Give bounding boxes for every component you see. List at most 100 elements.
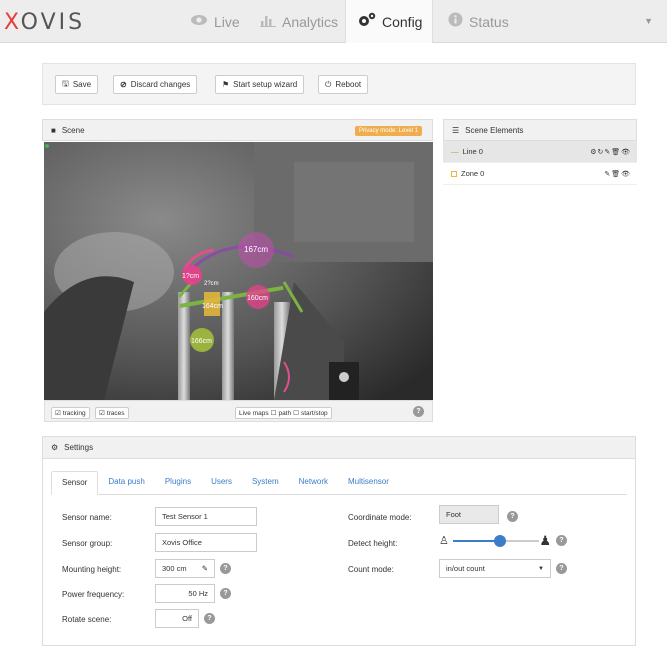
- startstop-label: start/stop: [300, 409, 328, 417]
- count-mode-value: in/out count: [446, 564, 485, 573]
- scene-panel: ■ Scene Privacy mode: Level 1: [42, 119, 433, 141]
- mounting-height-input[interactable]: 300 cm ✎: [155, 559, 215, 578]
- person-large-icon: ♟: [539, 533, 551, 548]
- nav-tab-live-label: Live: [214, 13, 240, 30]
- path-label: path: [278, 409, 292, 417]
- discard-button-label: Discard changes: [130, 80, 191, 89]
- nav-tab-config[interactable]: Config: [345, 0, 433, 43]
- line-icon: —: [451, 147, 459, 156]
- action-toolbar: 🖫 Save ⊘ Discard changes ⚑ Start setup w…: [42, 63, 636, 105]
- sensor-name-input[interactable]: Test Sensor 1: [155, 507, 257, 526]
- count-mode-label: Count mode:: [348, 565, 394, 574]
- tab-system[interactable]: System: [242, 471, 289, 494]
- scene-element-line-0[interactable]: — Line 0 ⚙↻✎🗑👁: [443, 141, 637, 163]
- reboot-button-label: Reboot: [335, 80, 362, 89]
- tab-users[interactable]: Users: [201, 471, 242, 494]
- checkbox-checked-icon: ☑: [55, 410, 61, 417]
- overlay-label-160: 160cm: [247, 295, 268, 302]
- zone-0-tools-icons[interactable]: ✎🗑👁: [604, 170, 631, 178]
- mounting-height-label: Mounting height:: [62, 565, 122, 574]
- tab-multisensor[interactable]: Multisensor: [338, 471, 399, 494]
- bar-chart-icon: [260, 13, 276, 31]
- settings-header: ⚙ Settings: [43, 437, 635, 459]
- element-name: Line 0: [462, 147, 483, 156]
- traces-checkbox[interactable]: ☑ traces: [95, 407, 129, 419]
- traces-label: traces: [106, 409, 125, 417]
- power-frequency-value: 50 Hz: [188, 589, 208, 598]
- live-maps-label: Live maps: [239, 409, 269, 417]
- tab-network[interactable]: Network: [289, 471, 338, 494]
- nav-tab-live[interactable]: Live: [178, 0, 252, 43]
- slider-handle[interactable]: [494, 535, 507, 547]
- settings-title: Settings: [64, 443, 94, 452]
- line-0-tools-icons[interactable]: ⚙↻✎🗑👁: [590, 148, 631, 156]
- zone-icon: [451, 170, 457, 177]
- overlay-label-167: 167cm: [244, 245, 268, 254]
- settings-tabs: Sensor Data push Plugins Users System Ne…: [51, 471, 627, 495]
- chevron-down-icon: ▼: [538, 565, 544, 572]
- scene-camera-view[interactable]: 167cm 1?cm 160cm 164cm 166cm 2?cm: [44, 142, 433, 400]
- sensor-group-label: Sensor group:: [62, 539, 113, 548]
- sensor-name-label: Sensor name:: [62, 513, 112, 522]
- scene-header: ■ Scene Privacy mode: Level 1: [42, 119, 433, 141]
- scene-element-zone-0[interactable]: Zone 0 ✎🗑👁: [443, 163, 637, 185]
- tab-sensor[interactable]: Sensor: [51, 471, 99, 495]
- scene-title: Scene: [61, 125, 85, 135]
- privacy-badge: Privacy mode: Level 1: [354, 126, 422, 136]
- tracking-label: tracking: [62, 409, 86, 417]
- discard-changes-button[interactable]: ⊘ Discard changes: [113, 75, 198, 94]
- live-maps-group: Live maps ☐ path ☐ start/stop: [235, 407, 332, 419]
- camera-icon: ■: [51, 125, 56, 135]
- coordinate-mode-value: Foot: [446, 510, 462, 519]
- scene-elements-header: ☰ Scene Elements: [443, 119, 637, 141]
- checkbox-checked-icon: ☑: [99, 410, 105, 417]
- count-mode-help-icon[interactable]: ?: [556, 563, 567, 574]
- coordinate-mode-toggle[interactable]: Foot: [439, 505, 499, 524]
- save-button[interactable]: 🖫 Save: [55, 75, 99, 94]
- gears-icon: [358, 12, 376, 32]
- info-icon: [448, 12, 463, 31]
- sensor-group-input[interactable]: Xovis Office: [155, 533, 257, 552]
- power-frequency-toggle[interactable]: 50 Hz: [155, 584, 215, 603]
- tab-plugins[interactable]: Plugins: [155, 471, 201, 494]
- startstop-checkbox[interactable]: ☐: [293, 409, 299, 417]
- eye-icon: [190, 13, 208, 30]
- detect-height-label: Detect height:: [348, 539, 398, 548]
- rotate-scene-label: Rotate scene:: [62, 615, 112, 624]
- nav-tab-status-label: Status: [469, 13, 509, 30]
- power-frequency-label: Power frequency:: [62, 590, 125, 599]
- coordinate-mode-help-icon[interactable]: ?: [507, 511, 518, 522]
- save-icon: 🖫: [62, 78, 69, 88]
- tab-data-push[interactable]: Data push: [98, 471, 154, 494]
- rotate-scene-value: Off: [182, 614, 192, 623]
- setup-wizard-button[interactable]: ⚑ Start setup wizard: [215, 75, 305, 94]
- overlay-label-2: 2?cm: [204, 281, 219, 287]
- scene-footer: ☑ tracking ☑ traces Live maps ☐ path ☐ s…: [44, 400, 433, 422]
- detect-height-slider[interactable]: ♙ ♟: [439, 533, 551, 548]
- detect-height-help-icon[interactable]: ?: [556, 535, 567, 546]
- scene-elements-title: Scene Elements: [465, 125, 524, 135]
- rotate-scene-help-icon[interactable]: ?: [204, 613, 215, 624]
- nav-tab-analytics[interactable]: Analytics: [248, 0, 350, 43]
- edit-icon[interactable]: ✎: [202, 564, 208, 573]
- rotate-scene-toggle[interactable]: Off: [155, 609, 199, 628]
- power-icon: ⏻: [325, 79, 332, 89]
- nav-tab-status[interactable]: Status: [436, 0, 521, 43]
- list-icon: ☰: [452, 125, 460, 135]
- slider-fill: [453, 540, 501, 542]
- path-checkbox[interactable]: ☐: [271, 409, 277, 417]
- tracking-checkbox[interactable]: ☑ tracking: [51, 407, 90, 419]
- scene-help-icon[interactable]: ?: [413, 406, 424, 417]
- xovis-logo: XOVIS: [4, 10, 86, 35]
- scene-elements-panel: ☰ Scene Elements — Line 0 ⚙↻✎🗑👁 Zone 0 ✎…: [443, 119, 637, 185]
- reboot-button[interactable]: ⏻ Reboot: [318, 75, 369, 94]
- nav-tab-analytics-label: Analytics: [282, 13, 339, 30]
- power-frequency-help-icon[interactable]: ?: [220, 588, 231, 599]
- menu-caret-icon[interactable]: ▼: [644, 16, 653, 26]
- count-mode-select[interactable]: in/out count ▼: [439, 559, 551, 578]
- mounting-height-help-icon[interactable]: ?: [220, 563, 231, 574]
- nav-tab-config-label: Config: [382, 13, 423, 30]
- wizard-button-label: Start setup wizard: [233, 80, 298, 89]
- discard-icon: ⊘: [120, 80, 127, 89]
- mounting-height-value: 300 cm: [162, 564, 187, 573]
